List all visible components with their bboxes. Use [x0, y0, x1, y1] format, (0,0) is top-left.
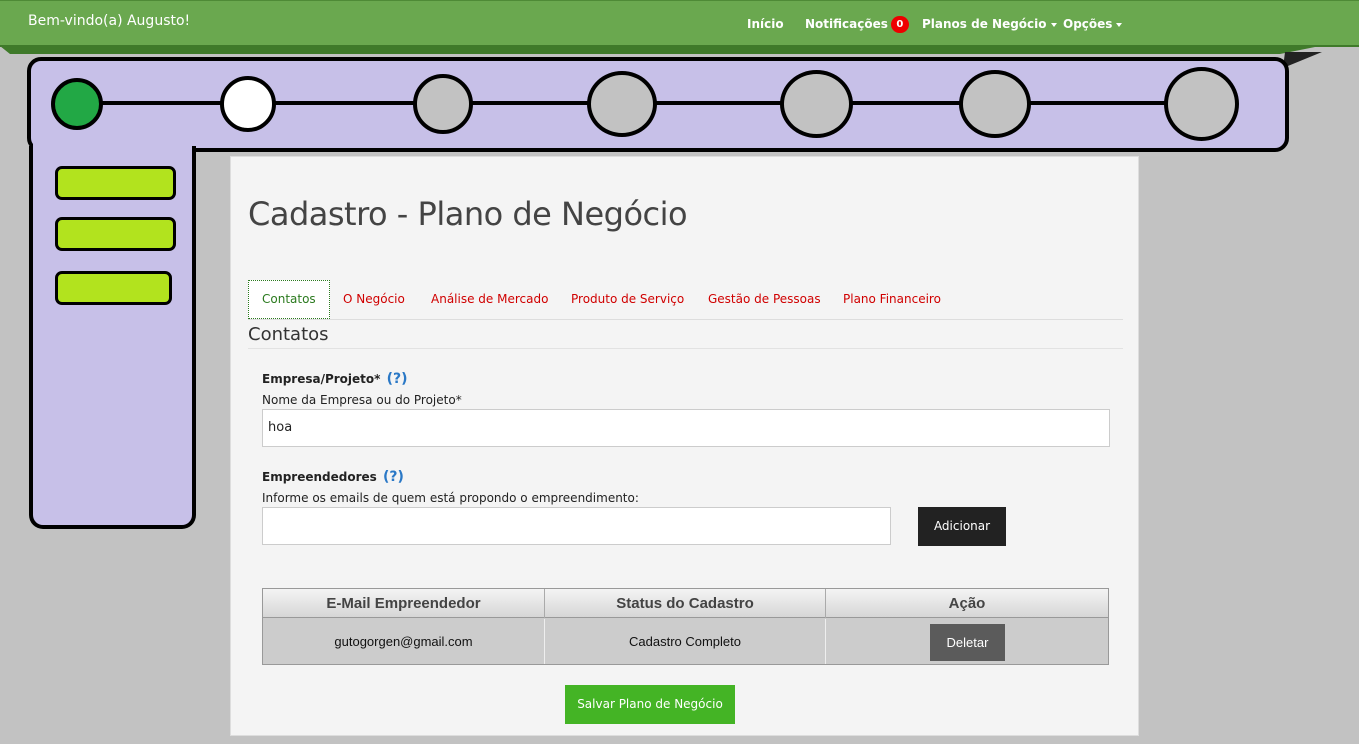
- nav-options-label: Opções: [1063, 17, 1113, 31]
- nav-plans-dropdown[interactable]: Planos de Negócio: [922, 17, 1057, 31]
- company-label-text: Empresa/Projeto*: [262, 372, 381, 386]
- tab-o-negocio[interactable]: O Negócio: [330, 280, 418, 319]
- save-plan-button[interactable]: Salvar Plano de Negócio: [565, 685, 735, 724]
- entrepreneurs-label-text: Empreendedores: [262, 470, 377, 484]
- tab-produto-de-servico[interactable]: Produto de Serviço: [558, 280, 697, 319]
- step-3-pending[interactable]: [413, 74, 473, 134]
- nav-options-dropdown[interactable]: Opções: [1063, 17, 1123, 31]
- chevron-down-icon: [1050, 22, 1057, 27]
- entrepreneurs-field-hint: Informe os emails de quem está propondo …: [262, 491, 639, 505]
- main-content-panel: Cadastro - Plano de Negócio Contatos O N…: [230, 156, 1139, 736]
- stepper-side-panel: [29, 146, 196, 529]
- chevron-down-icon: [1116, 22, 1123, 27]
- company-name-input[interactable]: hoa: [262, 409, 1110, 447]
- step-4-pending[interactable]: [587, 71, 657, 137]
- step-7-pending[interactable]: [1164, 67, 1239, 141]
- nav-plans-label: Planos de Negócio: [922, 17, 1047, 31]
- step-2-current[interactable]: [220, 76, 276, 132]
- table-header-action: Ação: [948, 595, 986, 612]
- sidebar-item-3[interactable]: [55, 271, 172, 305]
- tab-contatos[interactable]: Contatos: [248, 280, 330, 319]
- stepper-panel-joint: [33, 140, 192, 154]
- table-header-email: E-Mail Empreendedor: [263, 589, 545, 618]
- add-entrepreneur-button[interactable]: Adicionar: [918, 507, 1006, 546]
- sidebar-item-2[interactable]: [55, 217, 176, 251]
- entrepreneurs-table: E-Mail Empreendedor Status do Cadastro A…: [262, 588, 1109, 665]
- sidebar-item-1[interactable]: [55, 166, 176, 200]
- tab-analise-de-mercado[interactable]: Análise de Mercado: [418, 280, 561, 319]
- table-header-row: E-Mail Empreendedor Status do Cadastro A…: [263, 589, 1108, 618]
- entrepreneurs-help-icon[interactable]: (?): [383, 469, 404, 485]
- nav-notifications-label: Notificações: [805, 17, 888, 31]
- section-title: Contatos: [248, 324, 1123, 349]
- table-cell-status: Cadastro Completo: [545, 619, 826, 664]
- step-5-pending[interactable]: [780, 70, 853, 138]
- welcome-message: Bem-vindo(a) Augusto!: [28, 13, 191, 29]
- entrepreneur-email-input[interactable]: [262, 507, 891, 545]
- form-tabs: Contatos O Negócio Análise de Mercado Pr…: [248, 280, 1123, 320]
- notifications-badge: 0: [890, 16, 909, 33]
- nav-home-link[interactable]: Início: [747, 17, 784, 31]
- step-1-complete[interactable]: [51, 78, 103, 130]
- delete-button[interactable]: Deletar: [930, 624, 1005, 661]
- tab-plano-financeiro[interactable]: Plano Financeiro: [830, 280, 954, 319]
- top-navbar: Bem-vindo(a) Augusto! Início Notificaçõe…: [0, 0, 1359, 47]
- company-field-label: Empresa/Projeto* (?): [262, 371, 408, 387]
- step-6-pending[interactable]: [959, 70, 1031, 138]
- table-header-status: Status do Cadastro: [545, 589, 826, 618]
- nav-notifications-link[interactable]: Notificações 0: [805, 16, 909, 33]
- tab-gestao-de-pessoas[interactable]: Gestão de Pessoas: [695, 280, 834, 319]
- entrepreneurs-field-label: Empreendedores (?): [262, 469, 404, 485]
- company-field-hint: Nome da Empresa ou do Projeto*: [262, 393, 462, 407]
- company-help-icon[interactable]: (?): [387, 371, 408, 387]
- table-cell-email: gutogorgen@gmail.com: [263, 619, 545, 664]
- page-title: Cadastro - Plano de Negócio: [248, 195, 688, 233]
